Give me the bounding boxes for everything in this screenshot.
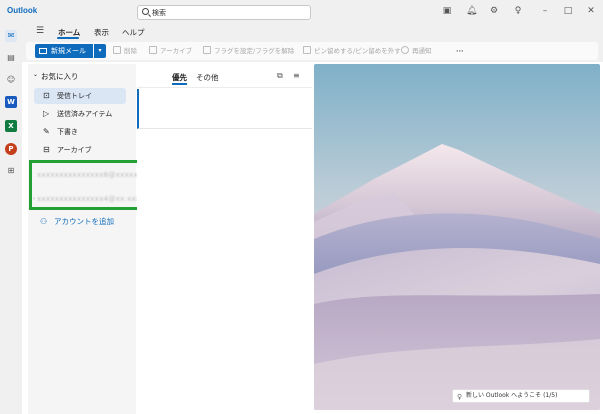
app-title: Outlook xyxy=(7,6,38,15)
tab-help[interactable]: ヘルプ xyxy=(122,27,145,38)
add-person-icon: ⚇ xyxy=(40,217,48,226)
trash-icon xyxy=(113,46,121,54)
nav-item-inbox[interactable]: ⊡ 受信トレイ xyxy=(34,88,126,104)
pin-label: ピン留めする/ピン留めを外す xyxy=(314,47,401,55)
ribbon-tabs: ☰ ホーム 表示 ヘルプ xyxy=(22,24,603,40)
app-rail: ✉ ▤ ☺ W X P ⊞ xyxy=(0,24,22,414)
people-icon[interactable]: ☺ xyxy=(5,74,17,86)
powerpoint-icon[interactable]: P xyxy=(5,143,17,155)
apps-icon[interactable]: ⊞ xyxy=(5,165,17,177)
ribbon: 新規メール ▾ 削除 アーカイブ フラグを設定/フラグを解除 ピン留めする/ピン… xyxy=(22,40,603,62)
tab-view[interactable]: 表示 xyxy=(94,27,109,38)
close-icon[interactable]: ✕ xyxy=(586,6,596,16)
highlight-box xyxy=(29,160,141,210)
minimize-icon[interactable]: – xyxy=(540,6,550,16)
tab-other[interactable]: その他 xyxy=(196,72,219,83)
flag-button[interactable]: フラグを設定/フラグを解除 xyxy=(203,45,294,57)
archive-icon: ⊟ xyxy=(43,145,50,154)
message-item[interactable] xyxy=(137,89,312,129)
lightbulb-icon[interactable]: ♀ xyxy=(513,6,523,16)
ribbon-commands: 新規メール ▾ 削除 アーカイブ フラグを設定/フラグを解除 ピン留めする/ピン… xyxy=(26,42,598,60)
pin-icon xyxy=(303,46,311,54)
archive-label: アーカイブ xyxy=(160,47,193,55)
title-bar: Outlook 検索 ▣ 🔔︎ ⚙ ♀ – □ ✕ xyxy=(0,0,603,24)
nav-item-drafts[interactable]: ✎ 下書き xyxy=(34,124,126,140)
search-placeholder: 検索 xyxy=(152,9,166,17)
new-mail-dropdown[interactable]: ▾ xyxy=(94,44,106,58)
archive-label: アーカイブ xyxy=(57,146,92,154)
sent-label: 送信済みアイテム xyxy=(57,110,113,118)
word-icon[interactable]: W xyxy=(5,96,17,108)
lightbulb-icon: ♀ xyxy=(457,393,463,401)
filter-icon[interactable]: ≡ xyxy=(293,71,300,80)
welcome-background-image xyxy=(314,64,600,410)
snooze-button[interactable]: 再通知 xyxy=(401,45,432,57)
search-input[interactable]: 検索 xyxy=(137,5,311,20)
reading-pane: ♀ 新しい Outlook へようこそ (1/5) xyxy=(314,64,600,410)
inbox-label: 受信トレイ xyxy=(57,92,92,100)
pin-button[interactable]: ピン留めする/ピン留めを外す xyxy=(303,45,401,57)
new-mail-label: 新規メール xyxy=(51,47,86,55)
clock-icon xyxy=(401,46,409,54)
pencil-icon: ✎ xyxy=(43,127,50,136)
delete-button[interactable]: 削除 xyxy=(113,45,137,57)
search-icon xyxy=(142,8,149,15)
archive-button[interactable]: アーカイブ xyxy=(149,45,192,57)
archive-icon xyxy=(149,46,157,54)
tab-home-underline xyxy=(57,37,79,39)
mail-icon[interactable]: ✉ xyxy=(5,30,17,42)
flag-icon xyxy=(203,46,211,54)
maximize-icon[interactable]: □ xyxy=(563,6,573,16)
new-mail-button[interactable]: 新規メール xyxy=(35,44,93,58)
message-tabs: 優先 その他 ⧉ ≡ xyxy=(137,64,312,88)
calendar-icon[interactable]: ▤ xyxy=(5,52,17,64)
delete-label: 削除 xyxy=(124,47,137,55)
favorites-header[interactable]: お気に入り xyxy=(41,71,79,82)
my-day-icon[interactable]: ▣ xyxy=(442,6,452,16)
nav-item-sent[interactable]: ▷ 送信済みアイテム xyxy=(34,106,126,122)
welcome-toast[interactable]: ♀ 新しい Outlook へようこそ (1/5) xyxy=(452,389,590,403)
tab-focused-underline xyxy=(172,83,187,85)
snooze-label: 再通知 xyxy=(412,47,432,55)
more-button[interactable]: ··· xyxy=(456,45,463,57)
add-account-link[interactable]: アカウントを追加 xyxy=(54,216,114,227)
tab-focused[interactable]: 優先 xyxy=(172,72,187,83)
excel-icon[interactable]: X xyxy=(5,120,17,132)
bell-icon[interactable]: 🔔︎ xyxy=(466,6,477,16)
hamburger-icon[interactable]: ☰ xyxy=(36,26,44,36)
inbox-icon: ⊡ xyxy=(43,91,50,100)
gear-icon[interactable]: ⚙ xyxy=(489,6,499,16)
flag-label: フラグを設定/フラグを解除 xyxy=(214,47,295,55)
chevron-down-icon[interactable]: ⌄ xyxy=(33,71,38,78)
send-icon: ▷ xyxy=(43,109,50,118)
nav-item-archive[interactable]: ⊟ アーカイブ xyxy=(34,142,126,158)
drafts-label: 下書き xyxy=(57,128,78,136)
select-icon[interactable]: ⧉ xyxy=(277,71,283,81)
mail-compose-icon xyxy=(39,48,47,54)
toast-text: 新しい Outlook へようこそ (1/5) xyxy=(466,392,558,399)
